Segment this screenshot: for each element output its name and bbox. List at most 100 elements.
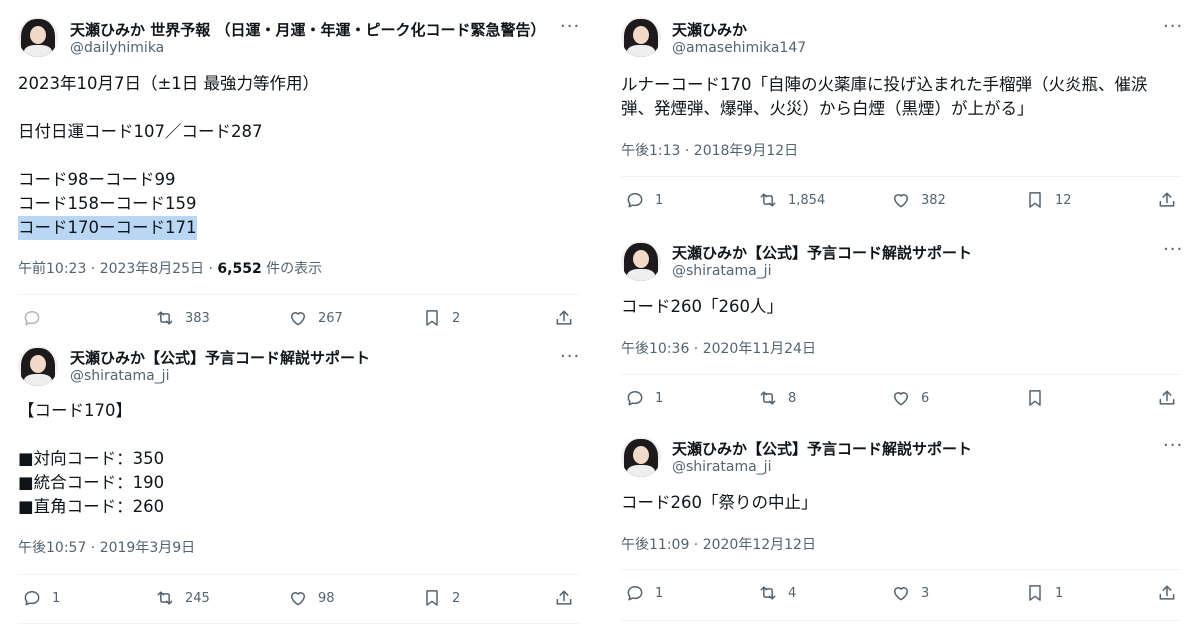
retweet-icon xyxy=(760,193,776,207)
like-count: 267 xyxy=(318,310,343,326)
view-label: 件の表示 xyxy=(261,261,323,277)
reply-icon xyxy=(24,311,40,326)
author-handle[interactable]: @shiratama_ji xyxy=(672,263,771,279)
retweet-count: 245 xyxy=(185,590,210,606)
avatar[interactable] xyxy=(621,437,661,477)
tweet-5: 天瀬ひみか【公式】予言コード解説サポート @shiratama_ji ··· コ… xyxy=(600,421,1200,631)
more-icon[interactable]: ··· xyxy=(560,348,580,366)
retweet-count: 1,854 xyxy=(788,192,826,208)
share-icon xyxy=(1159,192,1175,207)
tweet-text-line: コード158ーコード159 xyxy=(18,194,197,213)
bookmark-button[interactable]: 1 xyxy=(1025,583,1063,603)
tweet-2: 天瀬ひみか【公式】予言コード解説サポート @shiratama_ji ··· 【… xyxy=(0,340,600,631)
author-handle[interactable]: @shiratama_ji xyxy=(672,459,771,475)
retweet-button[interactable]: 8 xyxy=(758,388,796,408)
reply-count: 1 xyxy=(52,590,61,606)
bookmark-icon xyxy=(1029,192,1041,208)
reply-icon xyxy=(24,591,40,606)
retweet-count: 4 xyxy=(788,585,797,601)
bookmark-button[interactable] xyxy=(1025,388,1045,408)
avatar[interactable] xyxy=(18,17,58,57)
retweet-button[interactable]: 1,854 xyxy=(758,190,825,210)
tweet-timestamp[interactable]: 午後1:13 · 2018年9月12日 xyxy=(621,140,798,160)
tweet-3: 天瀬ひみか @amasehimika147 ··· ルナーコード170「自陣の火… xyxy=(600,0,1200,225)
divider xyxy=(621,569,1181,570)
bookmark-count: 2 xyxy=(452,590,461,606)
like-count: 6 xyxy=(921,390,930,406)
author-handle[interactable]: @dailyhimika xyxy=(70,40,164,56)
reply-button[interactable]: 1 xyxy=(625,388,663,408)
tweet-text-line-highlighted: コード170ーコード171 xyxy=(18,216,197,240)
bookmark-button[interactable]: 2 xyxy=(422,308,460,328)
author-name[interactable]: 天瀬ひみか 世界予報 （日運・月運・年運・ピーク化コード緊急警告） xyxy=(70,19,545,40)
divider xyxy=(18,623,580,624)
tweet-text-line: ■対向コード：350 xyxy=(18,449,165,468)
like-icon xyxy=(894,392,908,406)
like-count: 98 xyxy=(318,590,335,606)
bookmark-button[interactable]: 12 xyxy=(1025,190,1072,210)
reply-button[interactable]: 1 xyxy=(625,583,663,603)
bookmark-count: 2 xyxy=(452,310,461,326)
author-name[interactable]: 天瀬ひみか【公式】予言コード解説サポート xyxy=(70,347,370,368)
like-button[interactable]: 3 xyxy=(891,583,929,603)
avatar[interactable] xyxy=(18,346,58,386)
tweet-text-line: 【コード170】 xyxy=(18,401,132,420)
avatar[interactable] xyxy=(621,17,661,57)
like-icon xyxy=(291,312,305,326)
divider xyxy=(621,176,1181,177)
share-button[interactable] xyxy=(1157,388,1177,408)
tweet-timestamp[interactable]: 午後10:36 · 2020年11月24日 xyxy=(621,338,816,358)
retweet-button[interactable]: 4 xyxy=(758,583,796,603)
author-handle[interactable]: @amasehimika147 xyxy=(672,40,806,56)
author-name[interactable]: 天瀬ひみか【公式】予言コード解説サポート xyxy=(672,438,972,459)
retweet-icon xyxy=(760,391,776,405)
retweet-icon xyxy=(157,311,173,325)
tweet-timestamp[interactable]: 午後10:57 · 2019年3月9日 xyxy=(18,537,195,557)
tweet-text-line: 2023年10月7日（±1日 最強力等作用） xyxy=(18,74,320,93)
tweet-text-line: コード98ーコード99 xyxy=(18,170,176,189)
reply-button[interactable]: 1 xyxy=(22,588,60,608)
like-button[interactable]: 382 xyxy=(891,190,946,210)
like-button[interactable]: 267 xyxy=(288,308,343,328)
like-button[interactable]: 98 xyxy=(288,588,335,608)
share-button[interactable] xyxy=(1157,583,1177,603)
share-button[interactable] xyxy=(1157,190,1177,210)
share-button[interactable] xyxy=(554,308,574,328)
retweet-icon xyxy=(157,591,173,605)
divider xyxy=(18,294,580,295)
author-name[interactable]: 天瀬ひみか【公式】予言コード解説サポート xyxy=(672,242,972,263)
author-handle[interactable]: @shiratama_ji xyxy=(70,368,169,384)
tweet-text-line: コード260「祭りの中止」 xyxy=(621,493,818,512)
tweet-timestamp[interactable]: 午後11:09 · 2020年12月12日 xyxy=(621,534,816,554)
retweet-count: 8 xyxy=(788,390,797,406)
reply-icon xyxy=(627,193,643,208)
tweet-text-line: コード260「260人」 xyxy=(621,297,783,316)
tweet-timestamp[interactable]: 午前10:23 · 2023年8月25日 · xyxy=(18,261,217,277)
share-icon xyxy=(556,590,572,605)
more-icon[interactable]: ··· xyxy=(560,18,580,36)
like-button[interactable]: 6 xyxy=(891,388,929,408)
more-icon[interactable]: ··· xyxy=(1163,437,1183,455)
share-button[interactable] xyxy=(554,588,574,608)
tweet-text-line: 日付日運コード107／コード287 xyxy=(18,122,263,141)
retweet-button[interactable]: 245 xyxy=(155,588,210,608)
tweet-text-line: ■直角コード：260 xyxy=(18,497,165,516)
avatar[interactable] xyxy=(621,241,661,281)
author-name[interactable]: 天瀬ひみか xyxy=(672,19,747,40)
reply-count: 1 xyxy=(655,192,664,208)
reply-button[interactable]: 1 xyxy=(625,190,663,210)
reply-button[interactable] xyxy=(22,308,42,328)
tweet-1: 天瀬ひみか 世界予報 （日運・月運・年運・ピーク化コード緊急警告） @daily… xyxy=(0,0,600,340)
bookmark-icon xyxy=(426,590,438,606)
tweet-text-line: 弾、発煙弾、爆弾、火災）から白煙（黒煙）が上がる」 xyxy=(621,99,1034,118)
bookmark-icon xyxy=(426,310,438,326)
reply-icon xyxy=(627,586,643,601)
more-icon[interactable]: ··· xyxy=(1163,18,1183,36)
share-icon xyxy=(1159,390,1175,405)
reply-count: 1 xyxy=(655,390,664,406)
more-icon[interactable]: ··· xyxy=(1163,241,1183,259)
bookmark-icon xyxy=(1029,585,1041,601)
bookmark-button[interactable]: 2 xyxy=(422,588,460,608)
retweet-button[interactable]: 383 xyxy=(155,308,210,328)
tweet-text-line: ルナーコード170「自陣の火薬庫に投げ込まれた手榴弾（火炎瓶、催涙 xyxy=(621,75,1148,94)
